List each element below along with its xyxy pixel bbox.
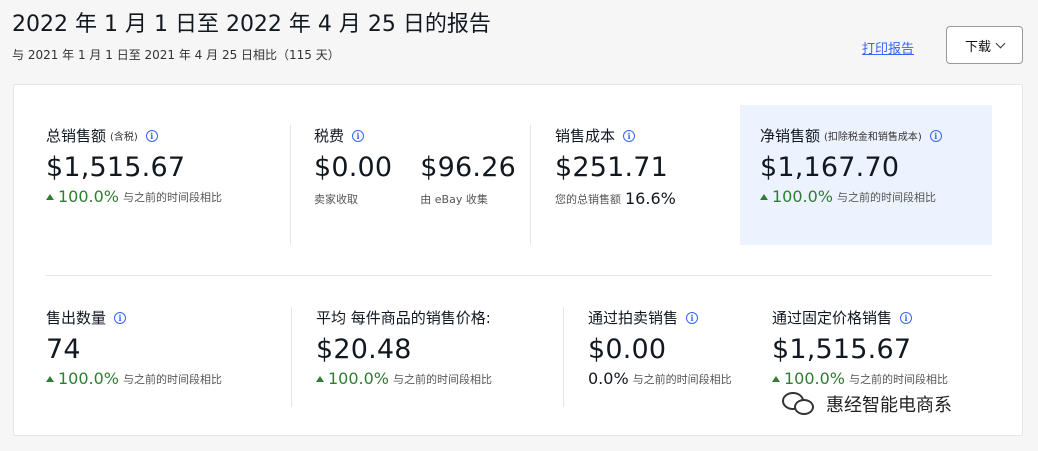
change-percent: 0.0% xyxy=(588,369,629,388)
metric-value: $20.48 xyxy=(316,334,412,365)
tax-ebay-value: $96.26 xyxy=(420,152,516,183)
up-arrow-icon xyxy=(760,193,768,200)
info-icon[interactable]: i xyxy=(900,311,913,324)
info-icon[interactable]: i xyxy=(114,311,127,324)
compare-text: 与之前的时间段相比 xyxy=(632,372,732,386)
change-percent: 100.0% xyxy=(328,369,390,388)
divider xyxy=(291,307,292,407)
up-arrow-icon xyxy=(772,375,780,382)
metric-label: 平均 每件商品的销售价格: xyxy=(316,309,491,327)
metric-value: $1,515.67 xyxy=(46,152,186,183)
change-percent: 100.0% xyxy=(784,369,846,388)
metric-label-note: (扣除税金和销售成本) xyxy=(824,132,922,143)
download-label: 下载 xyxy=(964,39,991,55)
metric-label: 通过固定价格销售 xyxy=(772,309,893,327)
metric-value: $251.71 xyxy=(555,152,669,183)
info-icon[interactable]: i xyxy=(145,129,158,142)
page-title: 2022 年 1 月 1 日至 2022 年 4 月 25 日的报告 xyxy=(12,12,491,37)
metric-auction-sales: 通过拍卖销售 i $0.00 0.0% 与之前的时间段相比 xyxy=(588,307,732,388)
watermark: 惠经智能电商系 xyxy=(780,390,952,418)
page-subtitle: 与 2021 年 1 月 1 日至 2021 年 4 月 25 日相比（115 … xyxy=(12,48,340,62)
tax-seller-value: $0.00 xyxy=(314,152,393,183)
metric-tax: 税费 i $0.00 卖家收取 $96.26 由 eBay 收集 xyxy=(314,125,516,207)
info-icon[interactable]: i xyxy=(686,311,699,324)
metric-fixed-price-sales: 通过固定价格销售 i $1,515.67 100.0% 与之前的时间段相比 xyxy=(772,307,948,388)
metric-label: 售出数量 xyxy=(46,309,107,327)
section-divider xyxy=(46,275,992,276)
print-report-link[interactable]: 打印报告 xyxy=(862,38,914,57)
metric-items-sold: 售出数量 i 74 100.0% 与之前的时间段相比 xyxy=(46,307,222,388)
up-arrow-icon xyxy=(46,375,54,382)
up-arrow-icon xyxy=(316,375,324,382)
caption-percent: 16.6% xyxy=(625,189,676,208)
metric-label: 销售成本 xyxy=(555,127,616,145)
divider xyxy=(530,125,531,245)
compare-text: 与之前的时间段相比 xyxy=(393,372,493,386)
compare-text: 与之前的时间段相比 xyxy=(837,190,937,204)
report-card: 总销售额 (含税) i $1,515.67 100.0% 与之前的时间段相比 税… xyxy=(13,84,1023,436)
metric-label-note: (含税) xyxy=(110,132,138,143)
metric-value: $1,167.70 xyxy=(760,152,900,183)
metric-avg-price: 平均 每件商品的销售价格: $20.48 100.0% 与之前的时间段相比 xyxy=(316,307,492,388)
change-percent: 100.0% xyxy=(58,187,120,206)
info-icon[interactable]: i xyxy=(929,129,942,142)
info-icon[interactable]: i xyxy=(623,129,636,142)
divider xyxy=(290,125,291,245)
metric-value: 74 xyxy=(46,334,81,365)
watermark-text: 惠经智能电商系 xyxy=(826,395,952,416)
tax-seller-caption: 卖家收取 xyxy=(314,193,358,206)
compare-text: 与之前的时间段相比 xyxy=(123,372,223,386)
change-percent: 100.0% xyxy=(772,187,834,206)
change-percent: 100.0% xyxy=(58,369,120,388)
metric-value: $0.00 xyxy=(588,334,667,365)
metric-cost-of-sales: 销售成本 i $251.71 您的总销售额 16.6% xyxy=(555,125,676,208)
divider xyxy=(563,307,564,407)
compare-text: 与之前的时间段相比 xyxy=(849,372,949,386)
download-button[interactable]: 下载 xyxy=(946,26,1023,64)
metric-label: 通过拍卖销售 xyxy=(588,309,679,327)
metric-total-sales: 总销售额 (含税) i $1,515.67 100.0% 与之前的时间段相比 xyxy=(46,125,222,206)
metric-label: 总销售额 xyxy=(46,127,107,145)
caption-text: 您的总销售额 xyxy=(555,192,621,206)
compare-text: 与之前的时间段相比 xyxy=(123,190,223,204)
wechat-logo-icon xyxy=(780,390,820,418)
metric-label: 税费 xyxy=(314,127,345,145)
chevron-down-icon xyxy=(995,38,1006,48)
metric-net-sales: 净销售额 (扣除税金和销售成本) i $1,167.70 100.0% 与之前的… xyxy=(760,125,942,206)
info-icon[interactable]: i xyxy=(352,129,365,142)
tax-ebay-caption: 由 eBay 收集 xyxy=(420,193,488,206)
up-arrow-icon xyxy=(46,193,54,200)
metric-label: 净销售额 xyxy=(760,127,821,145)
metric-value: $1,515.67 xyxy=(772,334,912,365)
